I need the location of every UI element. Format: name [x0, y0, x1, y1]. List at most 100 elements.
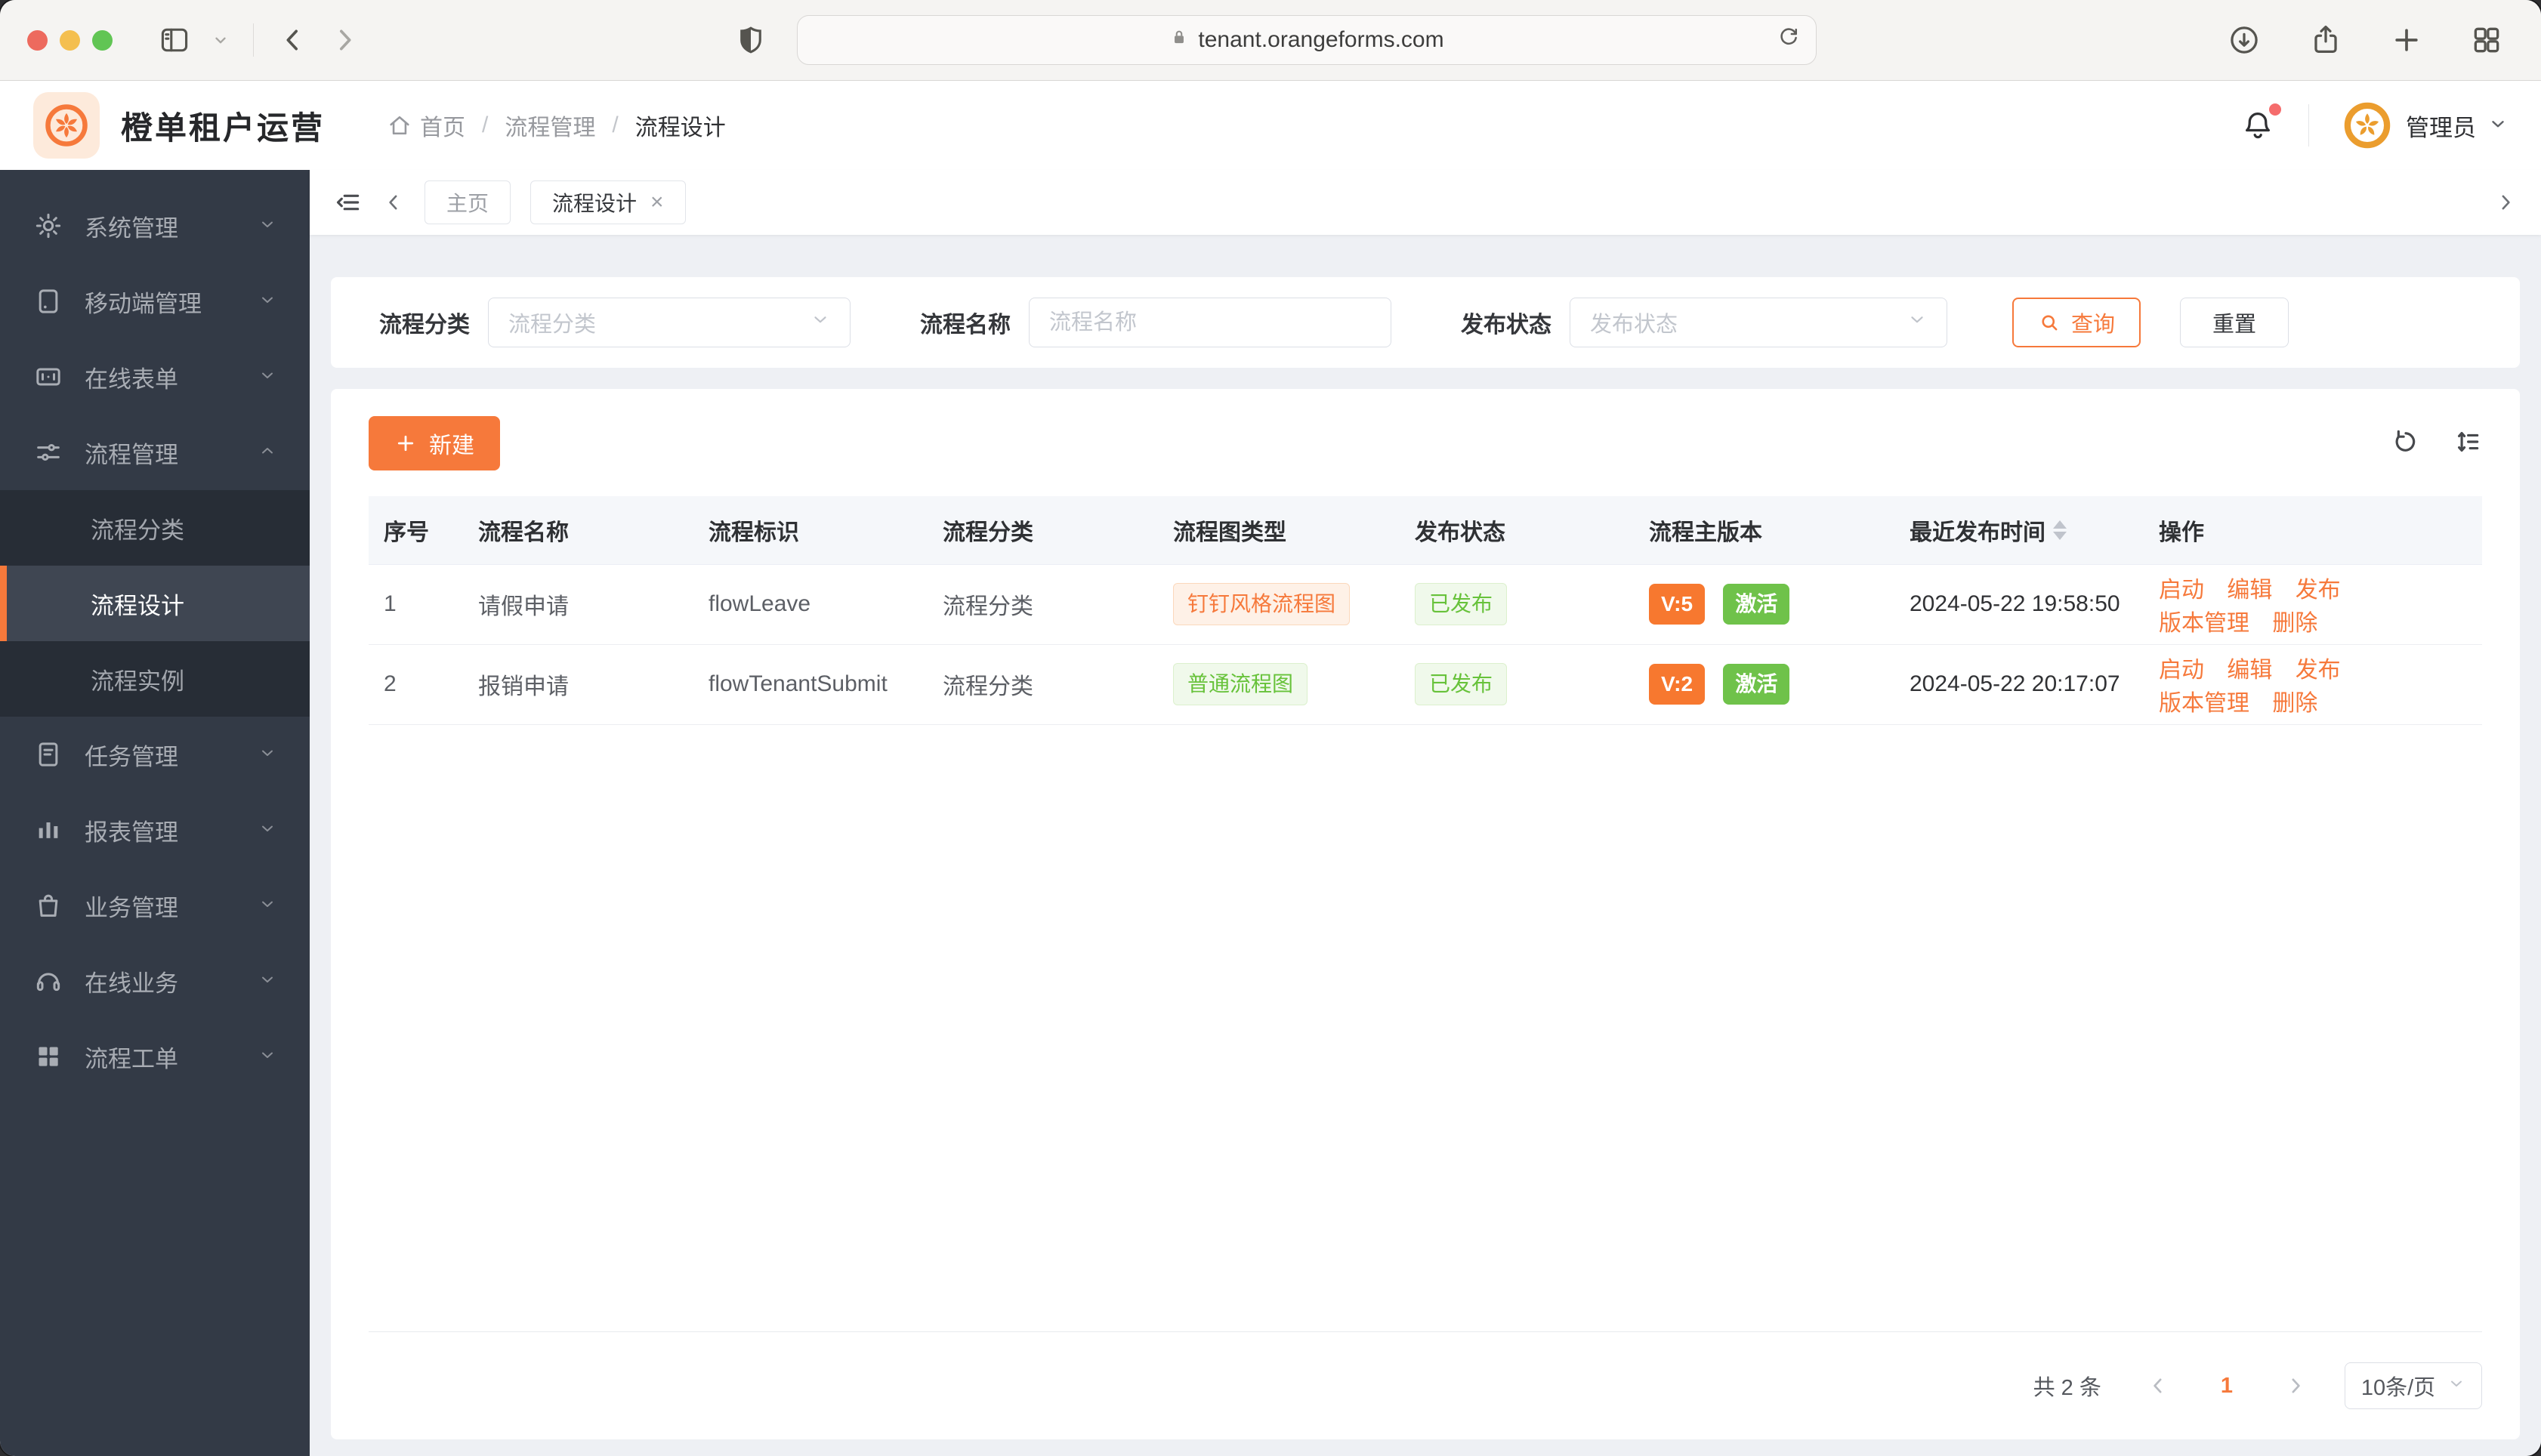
- refresh-icon[interactable]: [2391, 427, 2420, 460]
- tab-overview-icon[interactable]: [2459, 23, 2514, 57]
- cell-key: flowTenantSubmit: [693, 644, 928, 725]
- sidebar-chevron-icon[interactable]: [202, 32, 239, 48]
- diagram-type-tag: 钉钉风格流程图: [1173, 582, 1351, 626]
- downloads-icon[interactable]: [2216, 23, 2272, 57]
- chevron-down-icon: [258, 967, 276, 995]
- chevron-down-icon: [258, 741, 276, 768]
- sidebar-item-mobile[interactable]: 移动端管理: [0, 264, 310, 339]
- sidebar-item-process-design[interactable]: 流程设计: [0, 566, 310, 641]
- chevron-down-icon: [258, 212, 276, 239]
- window-close-button[interactable]: [27, 29, 48, 51]
- back-button[interactable]: [267, 25, 319, 55]
- action-delete-link[interactable]: 删除: [2272, 611, 2317, 636]
- pagination-prev-icon[interactable]: [2139, 1374, 2177, 1397]
- status-filter-select[interactable]: 发布状态: [1570, 298, 1947, 347]
- column-header-category: 流程分类: [928, 496, 1158, 565]
- action-start-link[interactable]: 启动: [2159, 658, 2204, 683]
- action-publish-link[interactable]: 发布: [2296, 578, 2341, 603]
- action-publish-link[interactable]: 发布: [2296, 658, 2341, 683]
- diagram-type-tag: 普通流程图: [1173, 662, 1308, 706]
- page-tab-bar: 主页 流程设计 ×: [310, 170, 2541, 235]
- privacy-shield-icon[interactable]: [724, 24, 777, 56]
- tab-close-icon[interactable]: ×: [650, 191, 664, 214]
- cell-diagram-type: 钉钉风格流程图: [1158, 564, 1400, 645]
- app-logo-icon: [33, 92, 100, 159]
- sliders-icon: [37, 443, 60, 461]
- headphones-icon: [36, 973, 60, 992]
- breadcrumb: 首页 / 流程管理 / 流程设计: [387, 109, 726, 142]
- pagination-total: 共 2 条: [2033, 1376, 2101, 1400]
- user-menu-chevron-icon[interactable]: [2488, 114, 2508, 137]
- sort-carets-icon[interactable]: [2053, 520, 2067, 540]
- window-minimize-button[interactable]: [60, 29, 80, 51]
- column-header-main-version: 流程主版本: [1634, 496, 1894, 565]
- cell-name: 报销申请: [463, 644, 693, 725]
- cell-index: 2: [369, 644, 463, 725]
- status-filter-label: 发布状态: [1461, 313, 1551, 338]
- action-version-mgmt-link[interactable]: 版本管理: [2159, 691, 2249, 716]
- cell-name: 请假申请: [463, 564, 693, 645]
- action-delete-link[interactable]: 删除: [2272, 691, 2317, 716]
- filter-panel: 流程分类 流程分类 流程名称 发布状态: [331, 277, 2520, 368]
- sidebar-item-process-mgmt[interactable]: 流程管理: [0, 415, 310, 490]
- chevron-down-icon: [258, 1043, 276, 1070]
- action-version-mgmt-link[interactable]: 版本管理: [2159, 611, 2249, 636]
- row-density-icon[interactable]: [2453, 427, 2482, 460]
- sidebar-item-report-mgmt[interactable]: 报表管理: [0, 792, 310, 868]
- pagination-page-number[interactable]: 1: [2221, 1374, 2233, 1399]
- column-header-key: 流程标识: [693, 496, 928, 565]
- create-button[interactable]: 新建: [369, 416, 500, 470]
- plus-icon: [397, 435, 414, 452]
- tab-process-design[interactable]: 流程设计 ×: [530, 180, 686, 224]
- user-avatar[interactable]: [2342, 100, 2392, 150]
- forward-button[interactable]: [319, 25, 370, 55]
- cell-main-version: V:5 激活: [1634, 564, 1894, 645]
- cell-publish-status: 已发布: [1400, 644, 1634, 725]
- sidebar: 系统管理 移动端管理 在线表单 流程管理 流程分类 流程设计 流程实例 任务管理…: [0, 170, 310, 1456]
- cell-diagram-type: 普通流程图: [1158, 644, 1400, 725]
- notification-bell-icon[interactable]: [2240, 103, 2281, 143]
- sidebar-item-process-ticket[interactable]: 流程工单: [0, 1019, 310, 1094]
- reload-icon[interactable]: [1777, 25, 1801, 55]
- sidebar-item-system[interactable]: 系统管理: [0, 188, 310, 264]
- action-edit-link[interactable]: 编辑: [2227, 578, 2272, 603]
- breadcrumb-home[interactable]: 首页: [387, 109, 465, 142]
- sidebar-item-task-mgmt[interactable]: 任务管理: [0, 717, 310, 792]
- version-badge: V:2: [1649, 664, 1706, 705]
- sidebar-item-online-business[interactable]: 在线业务: [0, 943, 310, 1019]
- active-badge: 激活: [1723, 664, 1790, 705]
- lock-icon: [1169, 27, 1189, 53]
- tabs-scroll-right-icon[interactable]: [2494, 191, 2517, 214]
- action-start-link[interactable]: 启动: [2159, 578, 2204, 603]
- user-name[interactable]: 管理员: [2406, 109, 2476, 143]
- breadcrumb-current: 流程设计: [634, 116, 726, 140]
- name-filter-input[interactable]: [1049, 310, 1371, 335]
- page-size-select[interactable]: 10条/页: [2345, 1362, 2482, 1409]
- version-badge: V:5: [1649, 584, 1706, 625]
- chevron-down-icon: [258, 816, 276, 844]
- cell-index: 1: [369, 564, 463, 645]
- reset-button[interactable]: 重置: [2180, 298, 2289, 347]
- pagination-next-icon[interactable]: [2277, 1374, 2314, 1397]
- column-header-published-at[interactable]: 最近发布时间: [1894, 496, 2144, 565]
- browser-toolbar: tenant.orangeforms.com: [0, 0, 2541, 81]
- sidebar-item-online-form[interactable]: 在线表单: [0, 339, 310, 415]
- tabs-scroll-left-icon[interactable]: [382, 191, 405, 214]
- share-icon[interactable]: [2298, 23, 2354, 57]
- category-filter-select[interactable]: 流程分类: [488, 298, 851, 347]
- cell-main-version: V:2 激活: [1634, 644, 1894, 725]
- breadcrumb-section[interactable]: 流程管理: [505, 109, 595, 142]
- window-zoom-button[interactable]: [92, 29, 113, 51]
- document-icon: [39, 742, 58, 767]
- action-edit-link[interactable]: 编辑: [2227, 658, 2272, 683]
- tab-home[interactable]: 主页: [425, 180, 511, 224]
- sidebar-toggle-icon[interactable]: [147, 23, 202, 57]
- sidebar-item-process-instance[interactable]: 流程实例: [0, 641, 310, 717]
- address-bar[interactable]: tenant.orangeforms.com: [797, 15, 1817, 65]
- new-tab-icon[interactable]: [2379, 23, 2434, 57]
- sidebar-item-business-mgmt[interactable]: 业务管理: [0, 868, 310, 943]
- search-button[interactable]: 查询: [2012, 298, 2141, 347]
- sidebar-item-process-category[interactable]: 流程分类: [0, 490, 310, 566]
- home-icon: [390, 116, 409, 135]
- collapse-menu-icon[interactable]: [334, 188, 363, 217]
